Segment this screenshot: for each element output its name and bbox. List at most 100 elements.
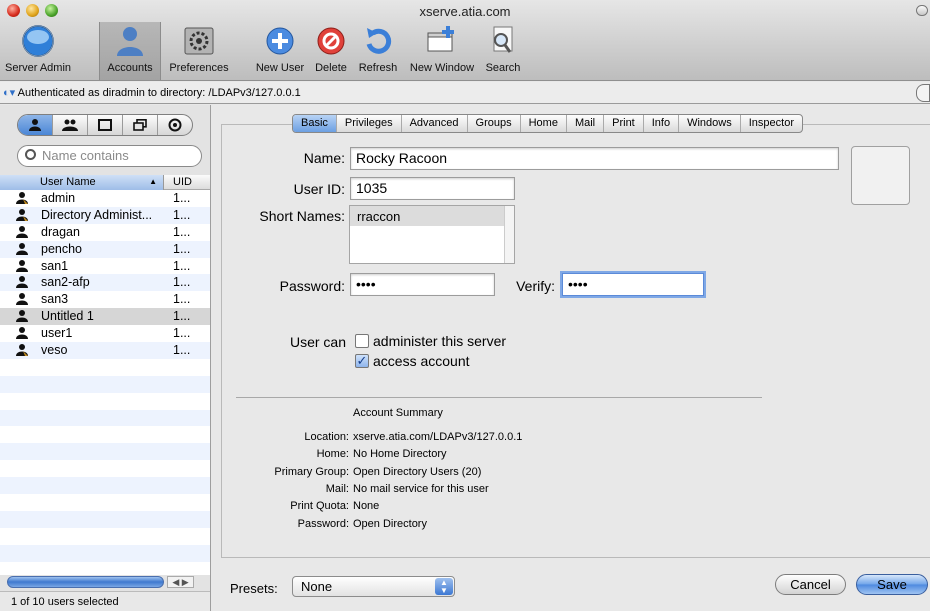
- table-row[interactable]: user1 1...: [0, 325, 210, 342]
- toolbar-label: Accounts: [107, 62, 153, 74]
- tab-inspector[interactable]: Inspector: [741, 115, 802, 132]
- horizontal-scrollbar[interactable]: [7, 576, 164, 588]
- short-names-scrollbar[interactable]: [504, 206, 514, 263]
- user-id-field[interactable]: 1035: [350, 177, 515, 200]
- access-account-checkbox[interactable]: ✓: [355, 354, 369, 368]
- presets-value: None: [301, 579, 333, 594]
- sort-ascending-icon: ▲: [149, 177, 157, 186]
- globe-menu-icon[interactable]: ◐▾: [3, 87, 15, 99]
- user-id-label: User ID:: [293, 181, 345, 197]
- new-window-icon: [427, 26, 454, 52]
- admin-user-icon: [16, 192, 28, 204]
- presets-popup[interactable]: None ▲ ▼: [292, 576, 455, 597]
- administer-checkbox[interactable]: [355, 334, 369, 348]
- empty-row: [0, 477, 210, 495]
- name-field[interactable]: Rocky Racoon: [350, 147, 839, 170]
- summary-key: Print Quota:: [290, 500, 349, 513]
- uid-cell: 1...: [173, 275, 191, 290]
- summary-value: Open Directory: [353, 517, 427, 530]
- password-field[interactable]: ••••: [350, 273, 495, 296]
- tab-advanced[interactable]: Advanced: [402, 115, 468, 132]
- search-document-icon: [493, 26, 513, 53]
- uid-cell: 1...: [173, 343, 191, 358]
- empty-row: [0, 359, 210, 376]
- lists-tab-icon[interactable]: [158, 115, 192, 135]
- summary-value: xserve.atia.com/LDAPv3/127.0.0.1: [353, 431, 523, 443]
- search-field[interactable]: Name contains: [17, 145, 202, 167]
- summary-key: Password:: [297, 517, 349, 530]
- refresh-icon: [366, 28, 392, 54]
- toolbar-refresh-button[interactable]: Refresh: [353, 22, 403, 80]
- tab-mail[interactable]: Mail: [567, 115, 605, 132]
- tab-groups[interactable]: Groups: [468, 115, 521, 132]
- uid-cell: 1...: [173, 241, 191, 256]
- user-rows: admin 1... Directory Administ... 1... dragan…: [0, 190, 210, 578]
- admin-user-icon: [16, 344, 28, 357]
- toolbar-accounts-button[interactable]: Accounts: [99, 22, 161, 80]
- empty-row: [0, 510, 210, 528]
- uid-cell: 1...: [173, 207, 191, 222]
- toolbar-server-admin-button[interactable]: Server Admin: [2, 22, 74, 80]
- empty-row: [0, 426, 210, 443]
- cancel-button[interactable]: Cancel: [775, 574, 846, 595]
- user-name-cell: san3: [41, 292, 69, 307]
- window-titlebar: xserve.atia.com Server Admin Accounts Pr…: [0, 0, 930, 81]
- accounts-sidebar: Name contains User Name ▲ UID admin 1... Di…: [0, 105, 211, 611]
- user-name-column-header[interactable]: User Name ▲: [0, 175, 164, 190]
- tab-windows[interactable]: Windows: [679, 115, 741, 132]
- window-title: xserve.atia.com: [419, 4, 511, 19]
- short-names-list[interactable]: rraccon: [349, 205, 515, 264]
- groups-tab-icon[interactable]: [53, 115, 88, 135]
- toolbar-new-user-button[interactable]: New User: [251, 22, 309, 80]
- lock-icon[interactable]: [916, 84, 930, 102]
- table-row[interactable]: Directory Administ... 1...: [0, 206, 210, 224]
- verify-field[interactable]: ••••: [562, 273, 704, 296]
- table-row[interactable]: Untitled 1 1...: [0, 308, 210, 326]
- table-row[interactable]: admin 1...: [0, 190, 210, 207]
- short-name-item[interactable]: rraccon: [350, 206, 514, 226]
- verify-label: Verify:: [516, 278, 555, 294]
- table-row[interactable]: dragan 1...: [0, 224, 210, 241]
- access-account-label: access account: [373, 353, 470, 369]
- user-name-cell: veso: [41, 343, 68, 358]
- summary-divider: [236, 397, 762, 398]
- user-picture-well[interactable]: [851, 146, 910, 205]
- toolbar-new-window-button[interactable]: New Window: [406, 22, 478, 80]
- users-tab-icon[interactable]: [18, 115, 53, 135]
- presets-label: Presets:: [230, 581, 278, 596]
- toolbar-label: New User: [255, 62, 305, 74]
- table-row[interactable]: san2-afp 1...: [0, 274, 210, 292]
- user-icon: [16, 225, 28, 238]
- globe-icon: [22, 25, 54, 57]
- toolbar-label: Search: [485, 62, 521, 74]
- user-list-header: User Name ▲ UID: [0, 175, 210, 190]
- user-name-cell: san2-afp: [41, 275, 90, 290]
- table-row[interactable]: veso 1...: [0, 342, 210, 359]
- summary-value: No Home Directory: [353, 448, 447, 461]
- table-row[interactable]: san1 1...: [0, 258, 210, 275]
- person-icon: [117, 27, 143, 56]
- tab-print[interactable]: Print: [604, 115, 644, 132]
- computers-tab-icon[interactable]: [88, 115, 123, 135]
- gear-icon: [184, 27, 214, 55]
- user-can-label: User can: [289, 334, 346, 350]
- save-button[interactable]: Save: [856, 574, 928, 595]
- tab-home[interactable]: Home: [521, 115, 567, 132]
- scroll-arrows[interactable]: ◀ ▶: [167, 576, 194, 588]
- table-row[interactable]: pencho 1...: [0, 240, 210, 258]
- uid-cell: 1...: [173, 191, 191, 205]
- table-row[interactable]: san3 1...: [0, 291, 210, 308]
- tab-basic[interactable]: Basic: [293, 115, 337, 132]
- uid-column-header[interactable]: UID: [173, 175, 192, 189]
- computer-groups-tab-icon[interactable]: [123, 115, 158, 135]
- plus-icon: [266, 27, 294, 55]
- toolbar-toggle-button[interactable]: [916, 5, 928, 16]
- toolbar-preferences-button[interactable]: Preferences: [166, 22, 232, 80]
- toolbar-search-button[interactable]: Search: [482, 22, 524, 80]
- empty-row: [0, 409, 210, 427]
- toolbar-delete-button[interactable]: Delete: [312, 22, 350, 80]
- empty-row: [0, 443, 210, 461]
- admin-user-icon: [16, 208, 28, 221]
- tab-info[interactable]: Info: [644, 115, 680, 132]
- tab-privileges[interactable]: Privileges: [337, 115, 402, 132]
